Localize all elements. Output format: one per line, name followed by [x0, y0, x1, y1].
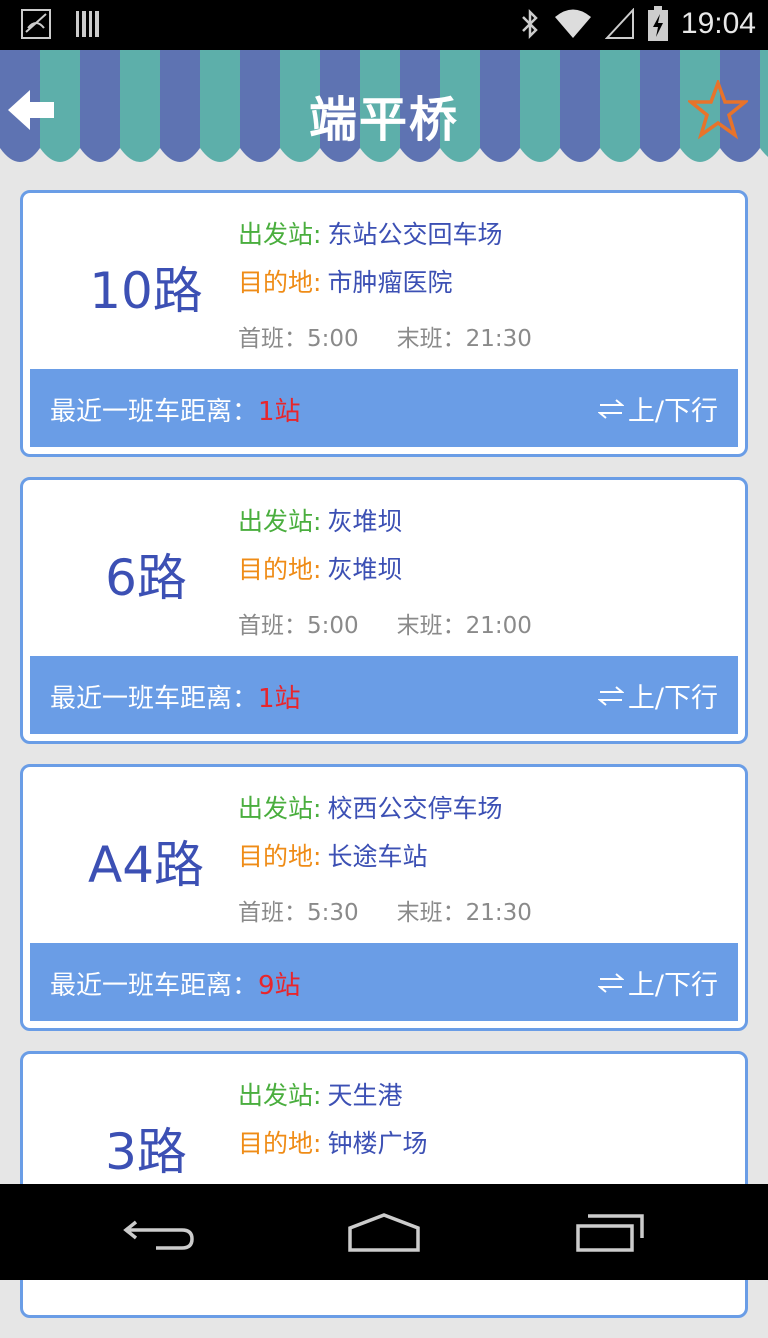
start-station: 校西公交停车场 [327, 794, 503, 823]
distance-label: 最近一班车距离： [50, 684, 259, 714]
last-bus-time: 21:30 [465, 900, 532, 926]
notification-icon [21, 9, 51, 39]
recents-nav-icon [576, 1214, 644, 1252]
start-station: 灰堆坝 [327, 507, 403, 536]
start-row: 出发站: 灰堆坝 [238, 502, 402, 538]
route-list: 10路 出发站: 东站公交回车场 目的地: 市肿瘤医院 首班：5:00 末班：21:3… [20, 190, 748, 1338]
first-bus-time: 5:30 [307, 900, 359, 926]
start-row: 出发站: 天生港 [238, 1076, 402, 1112]
first-bus-label: 首班： [238, 900, 307, 926]
route-name: 6路 [105, 549, 187, 607]
last-bus-label: 末班： [396, 613, 466, 639]
start-station: 东站公交回车场 [327, 220, 503, 249]
destination-label: 目的地: [238, 555, 322, 584]
nav-home-button[interactable] [346, 1212, 422, 1258]
favorite-button[interactable] [686, 77, 750, 140]
last-bus-time: 21:30 [465, 326, 532, 352]
last-bus-label: 末班： [396, 900, 466, 926]
bluetooth-icon [522, 8, 538, 40]
battery-charging-icon [647, 6, 668, 41]
system-nav-bar [0, 1184, 768, 1280]
direction-toggle-button[interactable]: 上/下行 [597, 676, 718, 715]
destination-row: 目的地: 长途车站 [238, 837, 427, 873]
star-outline-icon [686, 77, 750, 140]
destination-station: 市肿瘤医院 [327, 268, 453, 297]
distance-bar: 最近一班车距离：1站 上/下行 [30, 656, 738, 734]
start-row: 出发站: 校西公交停车场 [238, 789, 502, 825]
status-left-icons [20, 8, 104, 40]
distance-stops: 1站 [258, 684, 301, 714]
destination-label: 目的地: [238, 268, 322, 297]
first-bus-label: 首班： [238, 613, 307, 639]
start-row: 出发站: 东站公交回车场 [238, 215, 502, 251]
nav-recents-button[interactable] [574, 1212, 646, 1258]
destination-station: 灰堆坝 [327, 555, 403, 584]
first-bus-time: 5:00 [307, 326, 359, 352]
distance-text: 最近一班车距离：9站 [50, 965, 301, 1002]
distance-text: 最近一班车距离：1站 [50, 678, 301, 715]
route-name: 3路 [105, 1123, 187, 1181]
route-name: A4路 [87, 836, 204, 894]
swap-arrows-icon [597, 398, 624, 419]
direction-label: 上/下行 [627, 396, 718, 427]
schedule-times: 首班：5:30 末班：21:30 [238, 893, 532, 927]
direction-label: 上/下行 [627, 683, 718, 714]
back-nav-icon [123, 1220, 194, 1250]
nav-back-button[interactable] [122, 1212, 196, 1256]
distance-label: 最近一班车距离： [50, 397, 259, 427]
swap-arrows-icon [597, 972, 624, 993]
first-bus-time: 5:00 [307, 613, 359, 639]
first-bus-label: 首班： [238, 326, 307, 352]
destination-station: 钟楼广场 [327, 1129, 428, 1158]
direction-label: 上/下行 [627, 970, 718, 1001]
distance-stops: 9站 [258, 971, 301, 1001]
status-time: 19:04 [680, 7, 756, 40]
app-header: 端平桥 [0, 50, 768, 172]
route-card[interactable]: 6路 出发站: 灰堆坝 目的地: 灰堆坝 首班：5:00 末班：21:00 最近一班车… [20, 477, 748, 744]
route-card[interactable]: A4路 出发站: 校西公交停车场 目的地: 长途车站 首班：5:30 末班：21:30… [20, 764, 748, 1031]
last-bus-label: 末班： [396, 326, 466, 352]
start-label: 出发站: [238, 1081, 322, 1110]
route-name: 10路 [89, 262, 203, 320]
swap-arrows-icon [597, 685, 624, 706]
start-label: 出发站: [238, 794, 322, 823]
home-nav-icon [348, 1213, 420, 1252]
schedule-times: 首班：5:00 末班：21:30 [238, 319, 532, 353]
status-right-icons: 19:04 [519, 6, 756, 42]
destination-row: 目的地: 钟楼广场 [238, 1124, 427, 1160]
destination-station: 长途车站 [327, 842, 428, 871]
route-card[interactable]: 10路 出发站: 东站公交回车场 目的地: 市肿瘤医院 首班：5:00 末班：21:3… [20, 190, 748, 457]
distance-bar: 最近一班车距离：9站 上/下行 [30, 943, 738, 1021]
start-label: 出发站: [238, 220, 322, 249]
start-label: 出发站: [238, 507, 322, 536]
direction-toggle-button[interactable]: 上/下行 [597, 963, 718, 1002]
direction-toggle-button[interactable]: 上/下行 [597, 389, 718, 428]
wifi-icon [554, 9, 591, 38]
barcode-icon [76, 11, 99, 37]
destination-label: 目的地: [238, 1129, 322, 1158]
distance-stops: 1站 [258, 397, 301, 427]
schedule-times: 首班：5:00 末班：21:00 [238, 606, 532, 640]
last-bus-time: 21:00 [465, 613, 532, 639]
distance-bar: 最近一班车距离：1站 上/下行 [30, 369, 738, 447]
signal-icon [604, 8, 634, 39]
page-title: 端平桥 [308, 92, 459, 148]
status-bar: 19:04 [0, 0, 768, 50]
start-station: 天生港 [327, 1081, 403, 1110]
distance-label: 最近一班车距离： [50, 971, 259, 1001]
destination-label: 目的地: [238, 842, 322, 871]
distance-text: 最近一班车距离：1站 [50, 391, 301, 428]
destination-row: 目的地: 灰堆坝 [238, 550, 402, 586]
destination-row: 目的地: 市肿瘤医院 [238, 263, 452, 299]
